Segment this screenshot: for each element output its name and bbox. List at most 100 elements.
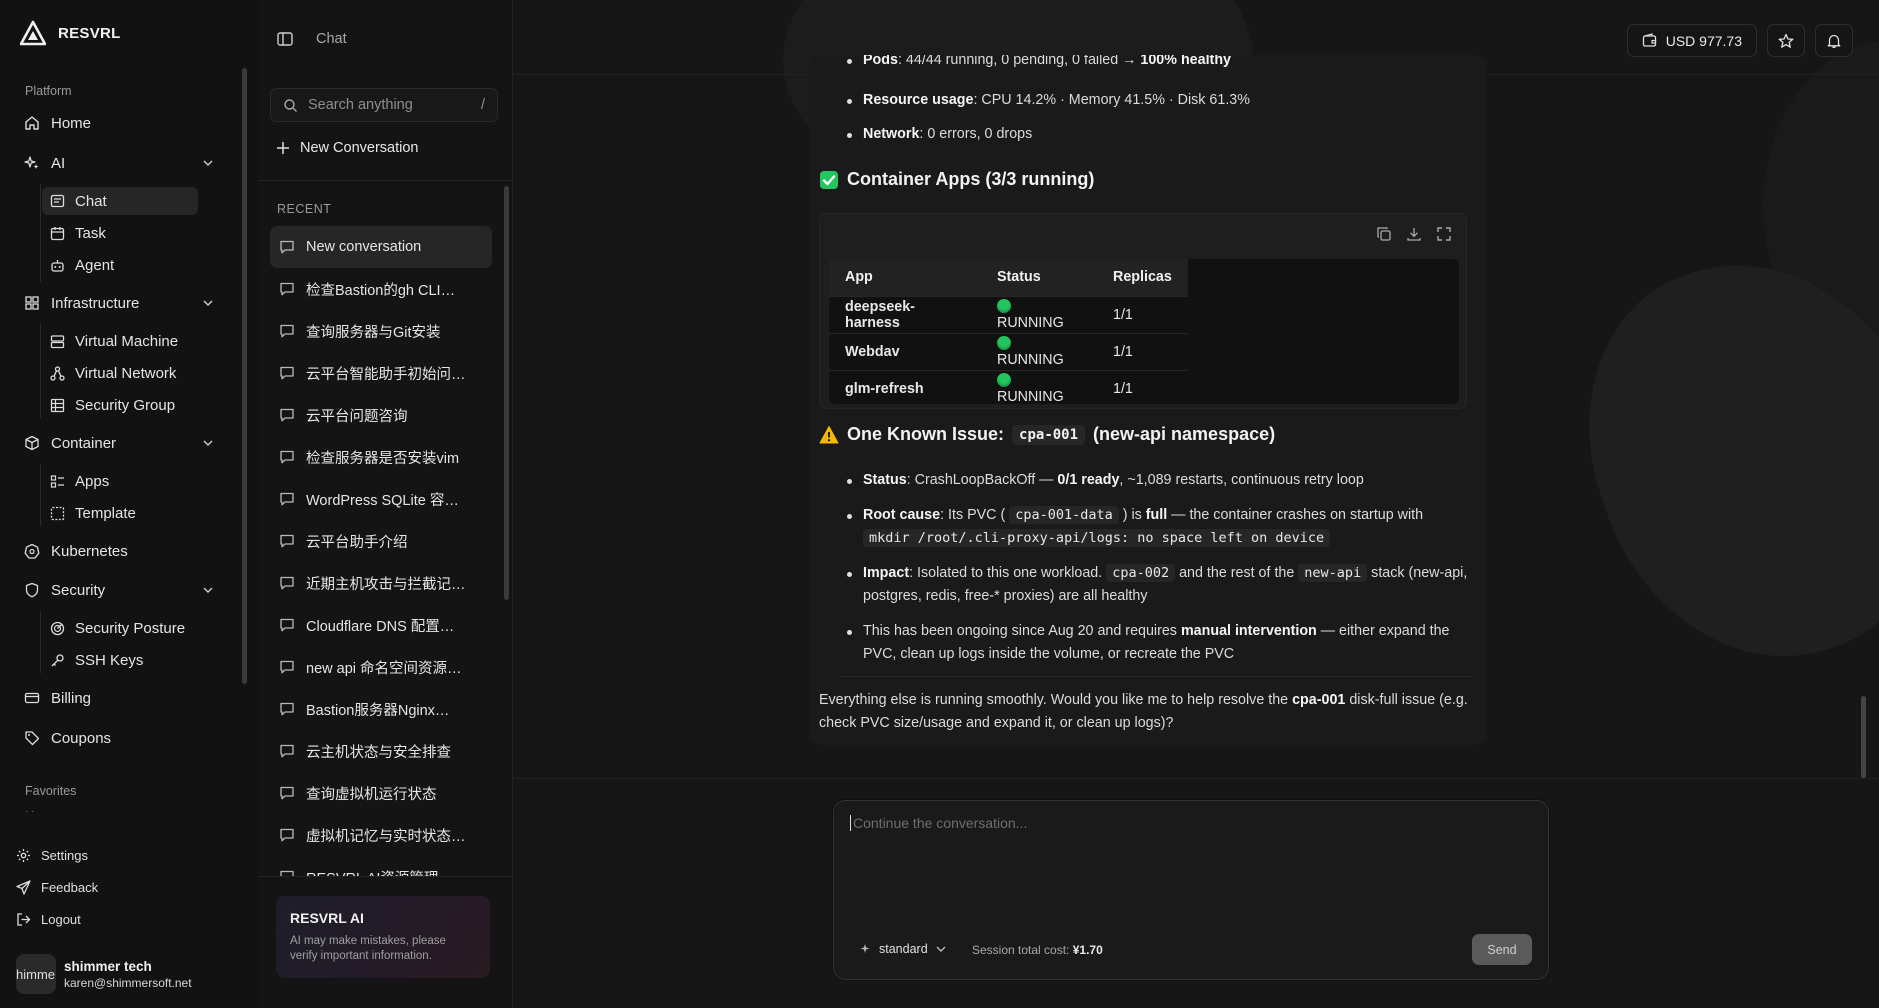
conversation-item[interactable]: WordPress SQLite 容… bbox=[270, 478, 492, 520]
header-actions: USD 977.73 bbox=[1626, 24, 1853, 57]
conversation-item[interactable]: 云平台智能助手初始问… bbox=[270, 352, 492, 394]
message-icon bbox=[280, 240, 294, 254]
model-selector[interactable]: standard bbox=[860, 942, 947, 956]
conversation-item[interactable]: 近期主机攻击与拦截记… bbox=[270, 562, 492, 604]
main-sidebar: RESVRL Platform Home AI Chat Task Agent … bbox=[0, 0, 258, 1008]
conversation-item[interactable]: new api 命名空间资源… bbox=[270, 646, 492, 688]
impact-code: cpa-002 bbox=[1106, 564, 1176, 582]
nav-coupons[interactable]: Coupons bbox=[14, 721, 224, 755]
new-conversation-button[interactable]: New Conversation bbox=[276, 140, 418, 156]
conversation-panel: Chat Search anything / New Conversation … bbox=[258, 0, 513, 1008]
sidebar-scrollbar[interactable] bbox=[242, 68, 247, 684]
nav-security-posture[interactable]: Security Posture bbox=[42, 614, 198, 642]
nav-virtual-network-label: Virtual Network bbox=[75, 364, 177, 382]
nav-chat[interactable]: Chat bbox=[42, 187, 198, 215]
sidebar-toggle-icon[interactable] bbox=[276, 30, 294, 48]
nav-virtual-machine[interactable]: Virtual Machine bbox=[42, 327, 198, 355]
fullscreen-icon[interactable] bbox=[1436, 226, 1452, 242]
send-button[interactable]: Send bbox=[1472, 934, 1532, 965]
table-row: deepseek-harness RUNNING 1/1 bbox=[829, 295, 1188, 333]
message-input[interactable]: Continue the conversation... bbox=[850, 815, 1027, 831]
feedback-link[interactable]: Feedback bbox=[16, 880, 98, 895]
issue-heading-code: cpa-001 bbox=[1012, 424, 1086, 445]
template-icon bbox=[50, 506, 65, 520]
nav-apps[interactable]: Apps bbox=[42, 467, 198, 495]
download-icon[interactable] bbox=[1406, 226, 1422, 242]
conversation-item[interactable]: RESVRL AI资源管理助… bbox=[270, 856, 492, 876]
notifications-button[interactable] bbox=[1815, 24, 1853, 57]
message-icon bbox=[280, 828, 294, 842]
known-issue-heading: One Known Issue: cpa-001 (new-api namesp… bbox=[819, 424, 1275, 445]
nav-billing[interactable]: Billing bbox=[14, 681, 224, 715]
sparkles-icon bbox=[24, 156, 39, 169]
conversation-scrollbar[interactable] bbox=[504, 186, 509, 600]
conversation-item[interactable]: 检查Bastion的gh CLI… bbox=[270, 268, 492, 310]
divider bbox=[258, 180, 513, 181]
nav-task[interactable]: Task bbox=[42, 219, 198, 247]
network-icon bbox=[50, 365, 65, 381]
user-profile[interactable]: himme shimmer tech karen@shimmersoft.net bbox=[16, 954, 192, 994]
avatar: himme bbox=[16, 954, 56, 994]
nav-ssh-keys[interactable]: SSH Keys bbox=[42, 646, 198, 674]
search-input[interactable]: Search anything / bbox=[270, 88, 498, 122]
status-text: RUNNING bbox=[997, 351, 1064, 368]
conversation-title: 近期主机攻击与拦截记… bbox=[306, 576, 466, 593]
conversation-item[interactable]: 检查服务器是否安装vim bbox=[270, 436, 492, 478]
table-tools bbox=[1376, 226, 1452, 242]
replicas-cell: 1/1 bbox=[1097, 295, 1188, 333]
pods-health: 100% healthy bbox=[1140, 55, 1231, 68]
pods-text: : 44/44 running, 0 pending, 0 failed → bbox=[897, 55, 1141, 68]
column-header: Replicas bbox=[1097, 259, 1188, 296]
conversation-title: RESVRL AI资源管理助… bbox=[306, 867, 466, 877]
home-icon bbox=[25, 116, 39, 130]
nav-agent[interactable]: Agent bbox=[42, 251, 198, 279]
nav-template[interactable]: Template bbox=[42, 499, 198, 527]
divider bbox=[258, 876, 513, 877]
conversation-item[interactable]: 云平台问题咨询 bbox=[270, 394, 492, 436]
nav-security[interactable]: Security bbox=[14, 573, 224, 607]
breadcrumb: Chat bbox=[316, 31, 347, 47]
resource-text: : CPU 14.2% · Memory 41.5% · Disk 61.3% bbox=[973, 92, 1250, 108]
conversation-item[interactable]: 云主机状态与安全排查 bbox=[270, 730, 492, 772]
app-window: RESVRL Platform Home AI Chat Task Agent … bbox=[0, 0, 1879, 1008]
favorites-button[interactable] bbox=[1767, 24, 1805, 57]
conversation-item[interactable]: Cloudflare DNS 配置… bbox=[270, 604, 492, 646]
conversation-item[interactable]: 查询服务器与Git安装 bbox=[270, 310, 492, 352]
conversation-title: New conversation bbox=[306, 239, 422, 255]
tree-line bbox=[40, 464, 41, 526]
nav-virtual-network[interactable]: Virtual Network bbox=[42, 359, 198, 387]
nav-kubernetes[interactable]: Kubernetes bbox=[14, 534, 224, 568]
bot-icon bbox=[51, 259, 64, 272]
logout-link[interactable]: Logout bbox=[16, 912, 81, 927]
status-dot-icon bbox=[997, 335, 1011, 350]
balance-button[interactable]: USD 977.73 bbox=[1626, 24, 1757, 57]
kubernetes-icon bbox=[24, 543, 40, 559]
conversation-item[interactable]: 云平台助手介绍 bbox=[270, 520, 492, 562]
brand[interactable]: RESVRL bbox=[20, 20, 121, 46]
nav-home[interactable]: Home bbox=[14, 106, 224, 140]
warning-icon bbox=[819, 425, 839, 443]
nav-container[interactable]: Container bbox=[14, 426, 224, 460]
table-row: Webdav RUNNING 1/1 bbox=[829, 332, 1188, 370]
copy-icon[interactable] bbox=[1376, 226, 1392, 242]
chat-icon bbox=[50, 194, 65, 207]
nav-ai[interactable]: AI bbox=[14, 146, 224, 180]
conversation-item[interactable]: New conversation bbox=[270, 226, 492, 268]
conversation-item[interactable]: 虚拟机记忆与实时状态… bbox=[270, 814, 492, 856]
nav-security-group[interactable]: Security Group bbox=[42, 391, 198, 419]
chevron-down-icon bbox=[203, 160, 213, 167]
session-cost-label: Session total cost: bbox=[972, 943, 1073, 957]
settings-link[interactable]: Settings bbox=[16, 848, 88, 863]
message-composer[interactable]: Continue the conversation... standard Se… bbox=[833, 800, 1549, 980]
nav-kubernetes-label: Kubernetes bbox=[51, 542, 128, 560]
brand-name: RESVRL bbox=[58, 24, 121, 42]
nav-infrastructure[interactable]: Infrastructure bbox=[14, 286, 224, 320]
closing-strong: cpa-001 bbox=[1292, 692, 1346, 708]
conversation-title: WordPress SQLite 容… bbox=[306, 492, 459, 509]
feedback-label: Feedback bbox=[41, 880, 99, 895]
chat-scrollbar[interactable] bbox=[1861, 696, 1866, 778]
favorites-empty: · · bbox=[25, 806, 35, 817]
conversation-item[interactable]: Bastion服务器Nginx… bbox=[270, 688, 492, 730]
impact-code: new-api bbox=[1298, 564, 1368, 582]
conversation-item[interactable]: 查询虚拟机运行状态 bbox=[270, 772, 492, 814]
